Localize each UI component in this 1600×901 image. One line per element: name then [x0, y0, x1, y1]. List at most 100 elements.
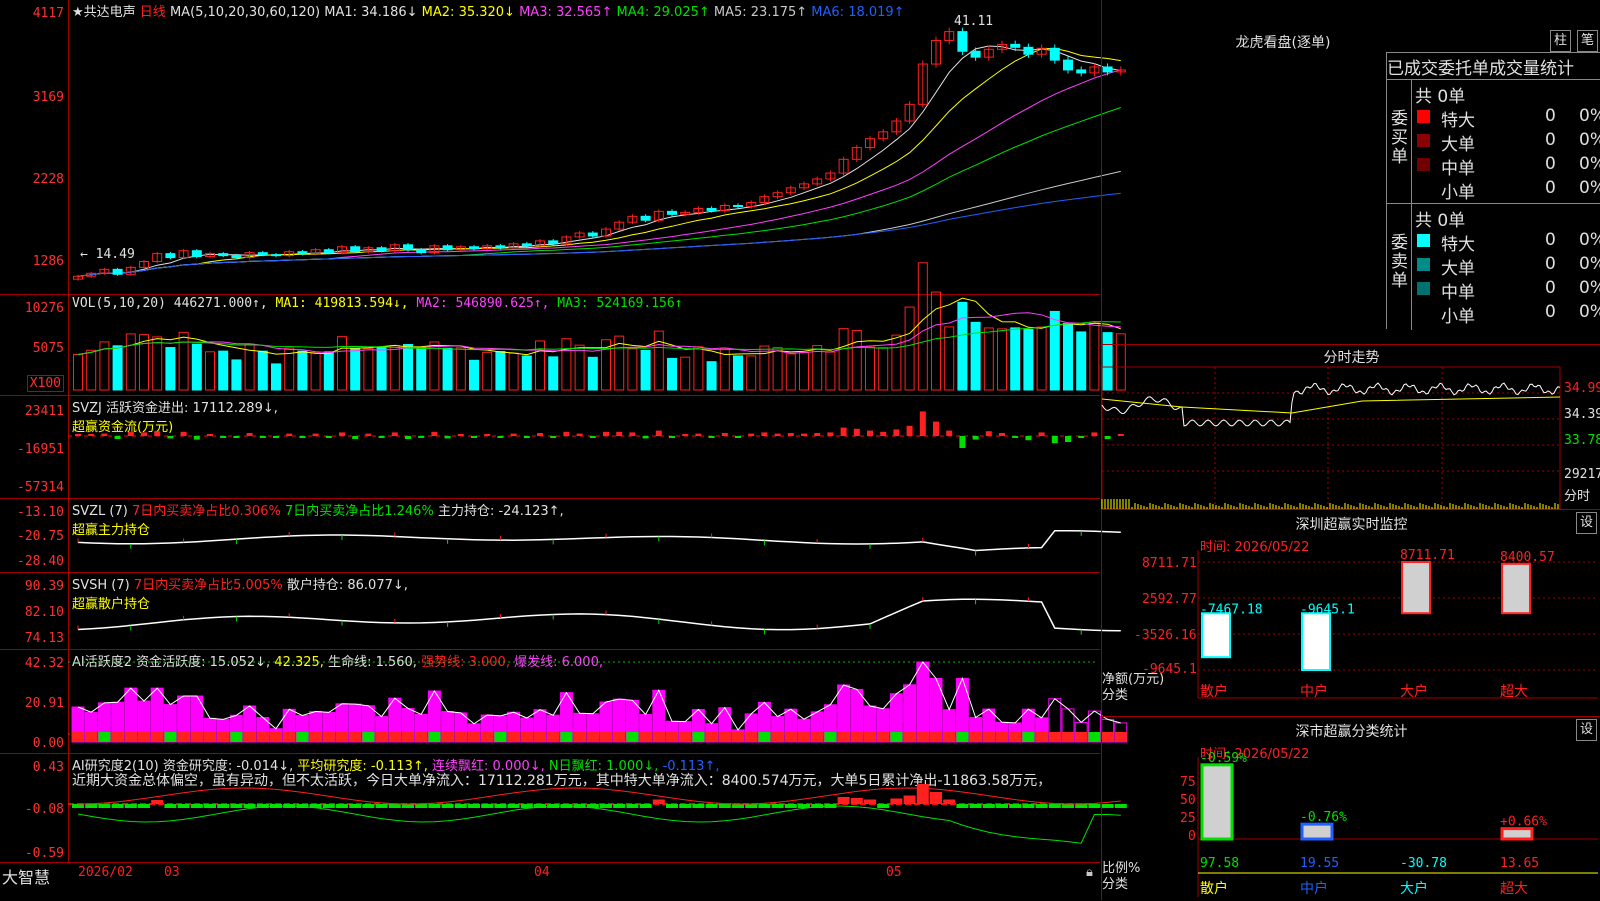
volume-bar	[205, 351, 215, 391]
research-bar	[151, 800, 164, 804]
activity-base-bar	[586, 732, 599, 742]
svsh-pane[interactable]: 90.39 82.10 74.13 SVSH (7) 7日内买卖净占比5.005…	[0, 573, 1121, 650]
research-chart[interactable]	[68, 754, 1127, 862]
order-size-label: 大单	[1441, 259, 1475, 279]
volume-bar	[957, 301, 968, 391]
sz-class-bar-chart[interactable]: -0.59% 97.58 散户 -0.76% 19.55 中户 -30.78 大户 +0.66%…	[1197, 747, 1598, 897]
ratio-value-label: 19.55	[1300, 856, 1339, 871]
price-label: 3169	[32, 90, 64, 105]
order-count: 0	[1545, 230, 1556, 250]
order-percent: 0%	[1579, 230, 1600, 250]
fund-flow-chart[interactable]	[68, 396, 1124, 498]
volume-bar	[73, 354, 83, 391]
flow-bar	[708, 436, 715, 438]
research-bar	[771, 804, 784, 808]
order-count: 0	[1545, 254, 1556, 274]
activity-base-bar	[890, 732, 903, 742]
volume-bar	[271, 363, 281, 391]
activity-base-bar	[520, 732, 533, 742]
svzj-pane[interactable]: 23411 -16951 -57314 SVZJ 活跃资金进出: 17112.2…	[0, 396, 1124, 499]
volume-bar	[310, 352, 321, 391]
svsh-label: 74.13	[24, 631, 64, 646]
category-label: 超大	[1500, 881, 1528, 897]
intraday-chart[interactable]	[1101, 366, 1561, 510]
candle	[548, 240, 559, 245]
volume-chart[interactable]	[68, 262, 1126, 395]
activity-base-bar	[296, 732, 309, 742]
candlestick-chart[interactable]	[68, 0, 1126, 294]
net-bar	[1201, 612, 1231, 659]
volume-bar	[178, 331, 189, 391]
holding-line	[77, 529, 1121, 552]
order-stats-box: 已成交委托单成交量统计 委买单 共 0单 特大 0 0% 大单 0 0% 中单 0 0% 小单 0 0…	[1386, 52, 1600, 330]
candle	[323, 249, 334, 254]
flow-bar	[642, 436, 649, 439]
research-bar	[1022, 804, 1035, 808]
activity-base-bar	[666, 732, 678, 742]
order-size-label: 中单	[1441, 283, 1475, 303]
net-bar	[1501, 562, 1531, 615]
svzl-pane[interactable]: -13.10 -20.75 -28.40 SVZL (7) 7日内买卖净占比0.…	[0, 499, 1121, 573]
activity-base-bar	[1075, 732, 1088, 742]
activity-base-bar	[930, 732, 942, 742]
buy-orders-label: 委买单	[1391, 109, 1408, 167]
order-percent: 0%	[1579, 154, 1600, 174]
ma-line	[77, 107, 1121, 277]
research-bar	[243, 804, 256, 808]
intraday-price-label: 33.78	[1564, 433, 1600, 448]
intraday-section[interactable]: 分时走势 34.99 34.39 33.78 29217 分时	[1101, 345, 1600, 510]
research-bar	[982, 804, 995, 808]
volume-bar	[627, 348, 638, 391]
order-percent: 0%	[1579, 106, 1600, 126]
flow-bar	[325, 436, 332, 438]
settings-button[interactable]: 设	[1576, 719, 1598, 741]
flow-bar	[959, 436, 966, 448]
research-bar	[626, 804, 639, 808]
retail-holding-chart[interactable]	[68, 573, 1121, 649]
ratio-value-label: 97.58	[1200, 856, 1239, 871]
sz-y-label: 8711.71	[1142, 556, 1197, 571]
ai-activity-pane[interactable]: 42.32 20.91 0.00 AI活跃度2 资金活跃度: 15.052↓, …	[0, 650, 1128, 754]
research-bar	[1062, 804, 1074, 808]
activity-base-bar	[138, 732, 150, 742]
activity-bar-chart[interactable]	[68, 650, 1128, 753]
volume-bar	[680, 356, 691, 391]
research-bar	[903, 795, 916, 804]
ai-research-pane[interactable]: 0.43 -0.08 -0.59 AI研究度2(10) 资金研究度: -0.01…	[0, 754, 1127, 862]
order-percent: 0%	[1579, 254, 1600, 274]
volume-pane[interactable]: 10276 5075 X100 VOL(5,10,20) 446271.000↑…	[0, 262, 1126, 396]
volume-bar	[350, 348, 361, 391]
research-bar	[217, 804, 230, 808]
volume-bar	[257, 350, 268, 391]
candle	[403, 244, 413, 251]
net-bar-label: -7467.18	[1200, 602, 1263, 617]
bar-view-button[interactable]: 柱	[1550, 30, 1572, 52]
lock-icon[interactable]: 🔒︎	[1086, 865, 1093, 880]
activity-base-bar	[151, 732, 164, 742]
volume-bar	[865, 346, 875, 391]
flow-bar	[933, 421, 939, 436]
flow-bar	[471, 436, 477, 438]
tick-view-button[interactable]: 笔	[1577, 30, 1599, 52]
volume-bar	[125, 333, 136, 391]
category-label: 超大	[1500, 684, 1528, 700]
volume-bar	[1023, 329, 1034, 391]
flow-bar	[88, 434, 95, 436]
research-bar	[124, 804, 137, 808]
settings-button[interactable]: 设	[1576, 512, 1598, 534]
research-bar	[177, 804, 190, 808]
flow-bar	[457, 434, 464, 436]
flow-bar	[299, 436, 306, 438]
kline-pane[interactable]: 4117 3169 2228 1286 ★共达电声 日线 MA(5,10,20,…	[0, 0, 1126, 295]
activity-base-bar	[1022, 732, 1035, 742]
research-bar	[943, 799, 956, 804]
flow-bar	[484, 434, 491, 436]
main-holding-chart[interactable]	[68, 499, 1121, 572]
order-stats-title: 已成交委托单成交量统计	[1387, 59, 1574, 79]
activity-base-bar	[732, 732, 744, 742]
activity-base-bar	[718, 732, 731, 742]
order-size-label: 大单	[1441, 135, 1475, 155]
sz-net-bar-chart[interactable]: -7467.18 散户 -9645.1 中户 8711.71 大户 8400.57 超大	[1197, 548, 1598, 700]
ratio-value-label: -30.78	[1400, 856, 1447, 871]
activity-base-bar	[256, 732, 269, 742]
